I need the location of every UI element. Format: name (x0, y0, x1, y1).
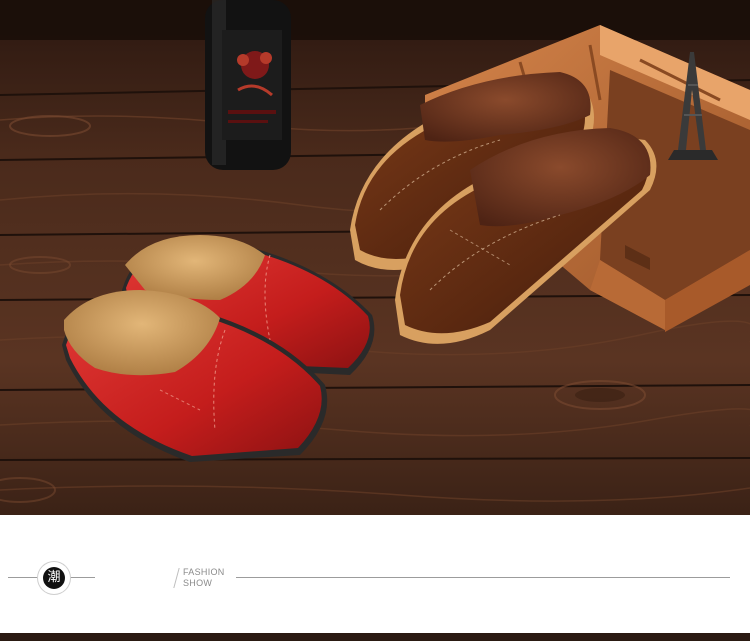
divider-mid (69, 577, 95, 578)
section-banner (0, 515, 750, 633)
seal-badge: 潮 (38, 562, 70, 594)
title-line2: SHOW (183, 578, 213, 588)
title-line1: FASHION (183, 567, 225, 577)
product-photo (0, 0, 750, 515)
next-photo-edge (0, 633, 750, 641)
divider-right (236, 577, 730, 578)
fashion-show-title: FASHION SHOW (176, 567, 236, 589)
seal-char: 潮 (43, 567, 65, 589)
wine-bottle (205, 0, 291, 170)
